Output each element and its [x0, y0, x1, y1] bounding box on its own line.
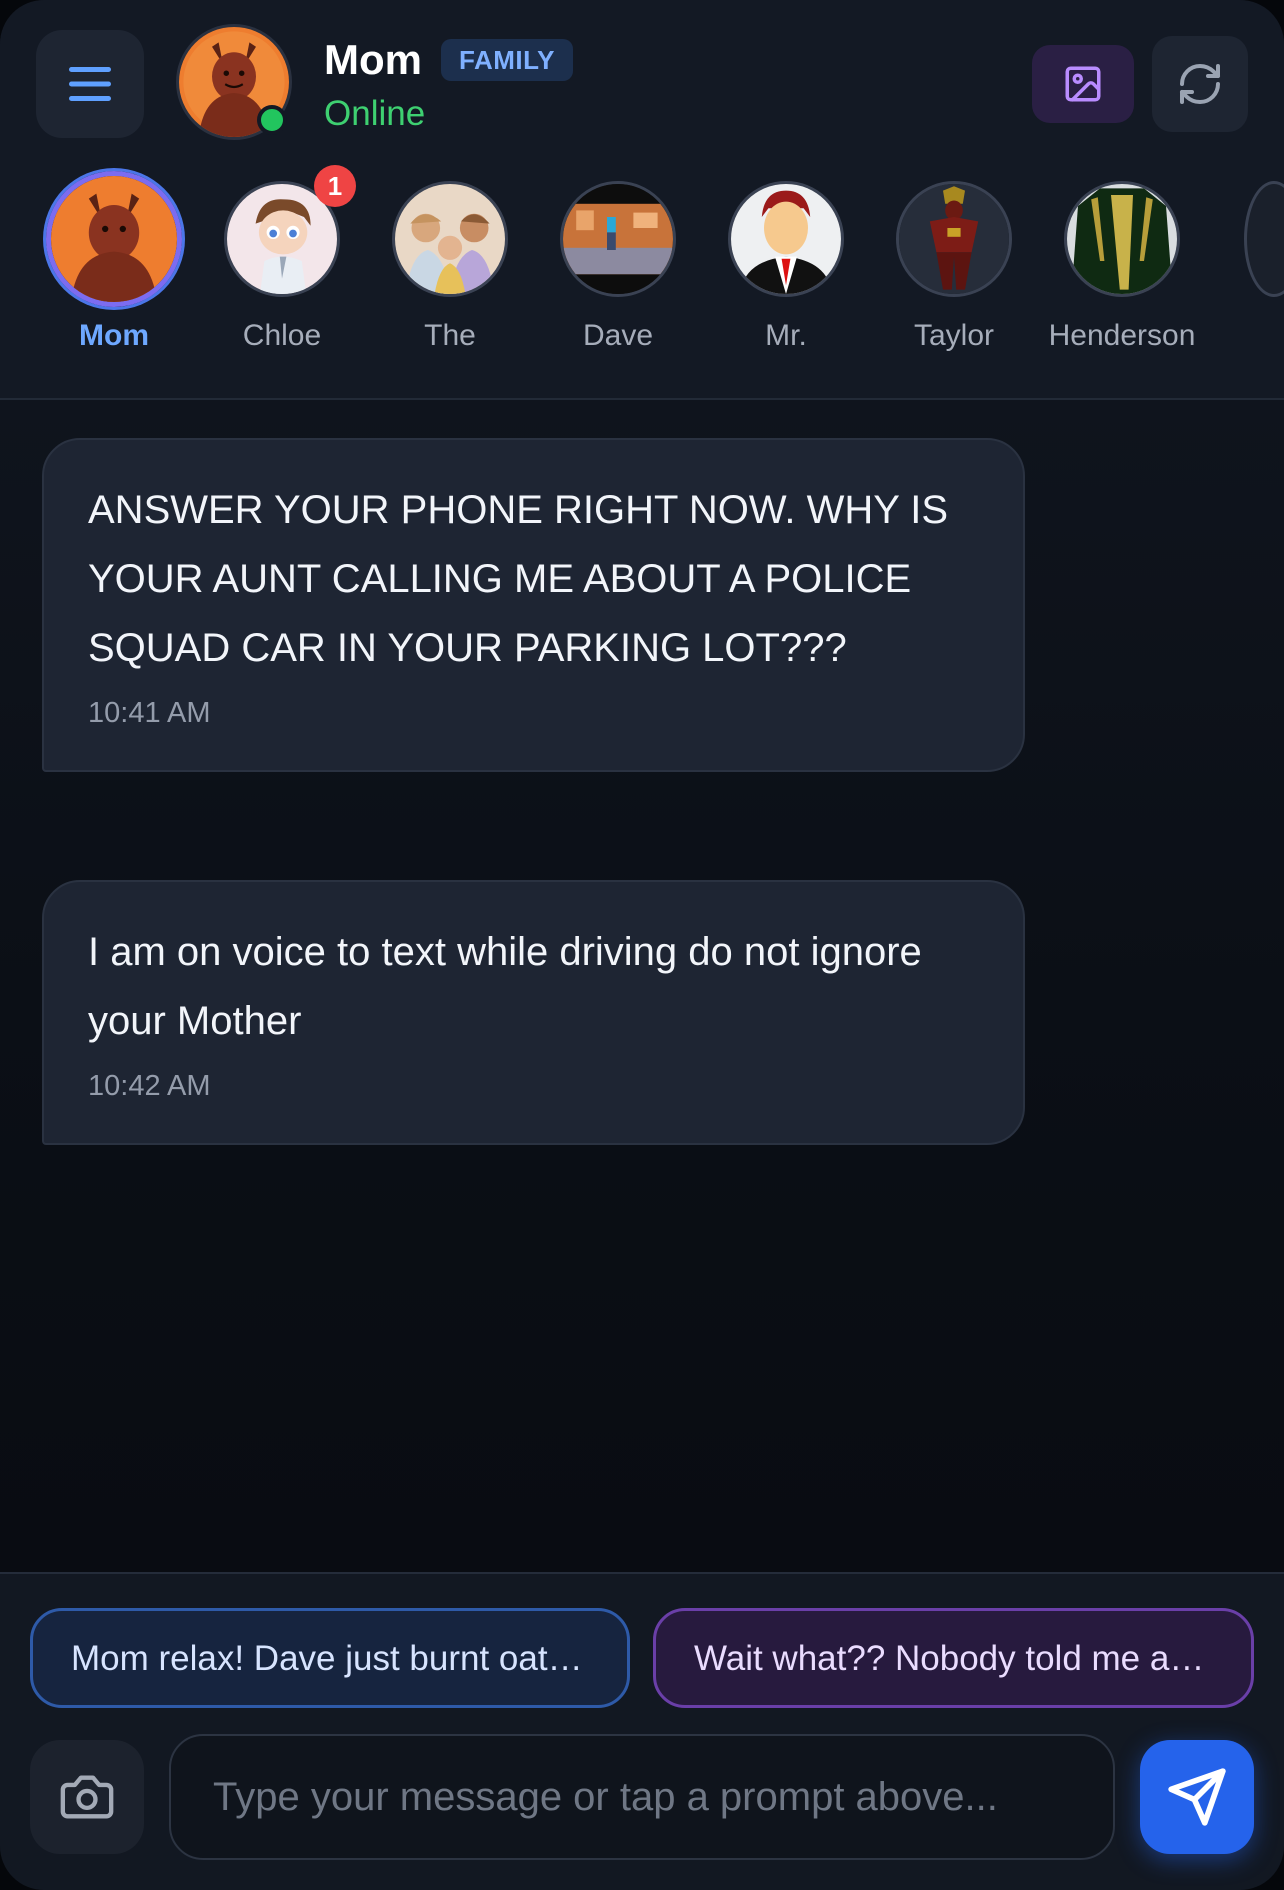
green-armor-avatar — [1067, 184, 1177, 294]
quick-reply-prompt[interactable]: Wait what?? Nobody told me anything abou… — [653, 1608, 1254, 1708]
refresh-icon — [1180, 64, 1220, 104]
message-input[interactable] — [169, 1734, 1115, 1860]
contact-item-mom[interactable]: Mom — [30, 165, 198, 353]
armored-figure-avatar — [899, 184, 1009, 294]
contact-label: Chloe — [242, 319, 322, 352]
contact-item-henderson[interactable]: Henderson — [1038, 165, 1206, 353]
avatar — [896, 181, 1012, 297]
contact-label: The — [424, 319, 476, 352]
message-text: I am on voice to text while driving do n… — [88, 930, 922, 1043]
unread-badge: 1 — [314, 165, 356, 207]
quick-reply-prompt[interactable]: Mom relax! Dave just burnt oatmeal and t… — [30, 1608, 630, 1708]
avatar — [560, 181, 676, 297]
camera-icon — [60, 1775, 114, 1819]
contact-label: Dave — [582, 319, 654, 352]
contact-label: Taylor — [913, 319, 995, 352]
businessman-avatar — [731, 184, 841, 294]
contact-item-taylor[interactable]: Taylor — [870, 165, 1038, 353]
contact-item-chloe[interactable]: 1 Chloe — [198, 165, 366, 353]
group-avatar — [395, 184, 505, 294]
online-status: Online — [324, 94, 426, 133]
contact-label: Mom — [79, 319, 149, 352]
chat-screen: Mom FAMILY Online Mom 1 Chloe The Dave M… — [0, 0, 1284, 1890]
message-time: 10:42 AM — [88, 1070, 211, 1102]
image-button[interactable] — [1032, 45, 1134, 123]
composer-area: Mom relax! Dave just burnt oatmeal and t… — [0, 1572, 1284, 1890]
relationship-badge: FAMILY — [441, 39, 573, 81]
send-icon — [1168, 1768, 1226, 1826]
refresh-button[interactable] — [1152, 36, 1248, 132]
message-text: ANSWER YOUR PHONE RIGHT NOW. WHY IS YOUR… — [88, 488, 949, 670]
contacts-strip: Mom 1 Chloe The Dave Mr. Taylor Henderso… — [0, 165, 1284, 365]
contact-item-mr[interactable]: Mr. — [702, 165, 870, 353]
contact-label: Henderson — [1048, 319, 1196, 352]
message-time: 10:41 AM — [88, 697, 211, 729]
contact-item-the[interactable]: The — [366, 165, 534, 353]
avatar — [728, 181, 844, 297]
chat-header: Mom FAMILY Online Mom 1 Chloe The Dave M… — [0, 0, 1284, 400]
online-indicator — [257, 105, 287, 135]
message-bubble: ANSWER YOUR PHONE RIGHT NOW. WHY IS YOUR… — [42, 438, 1025, 772]
send-button[interactable] — [1140, 1740, 1254, 1854]
avatar — [46, 171, 182, 307]
avatar — [392, 181, 508, 297]
camera-button[interactable] — [30, 1740, 144, 1854]
contact-label: Mr. — [765, 319, 807, 352]
room-scene-avatar — [563, 184, 673, 294]
cartoon-devil-avatar — [51, 176, 177, 302]
contact-item-dave[interactable]: Dave — [534, 165, 702, 353]
image-icon — [1065, 66, 1101, 102]
menu-icon — [69, 67, 111, 101]
message-bubble: I am on voice to text while driving do n… — [42, 880, 1025, 1145]
avatar — [1064, 181, 1180, 297]
menu-button[interactable] — [36, 30, 144, 138]
contact-item-more[interactable] — [1244, 181, 1284, 297]
contact-name: Mom — [324, 36, 422, 83]
